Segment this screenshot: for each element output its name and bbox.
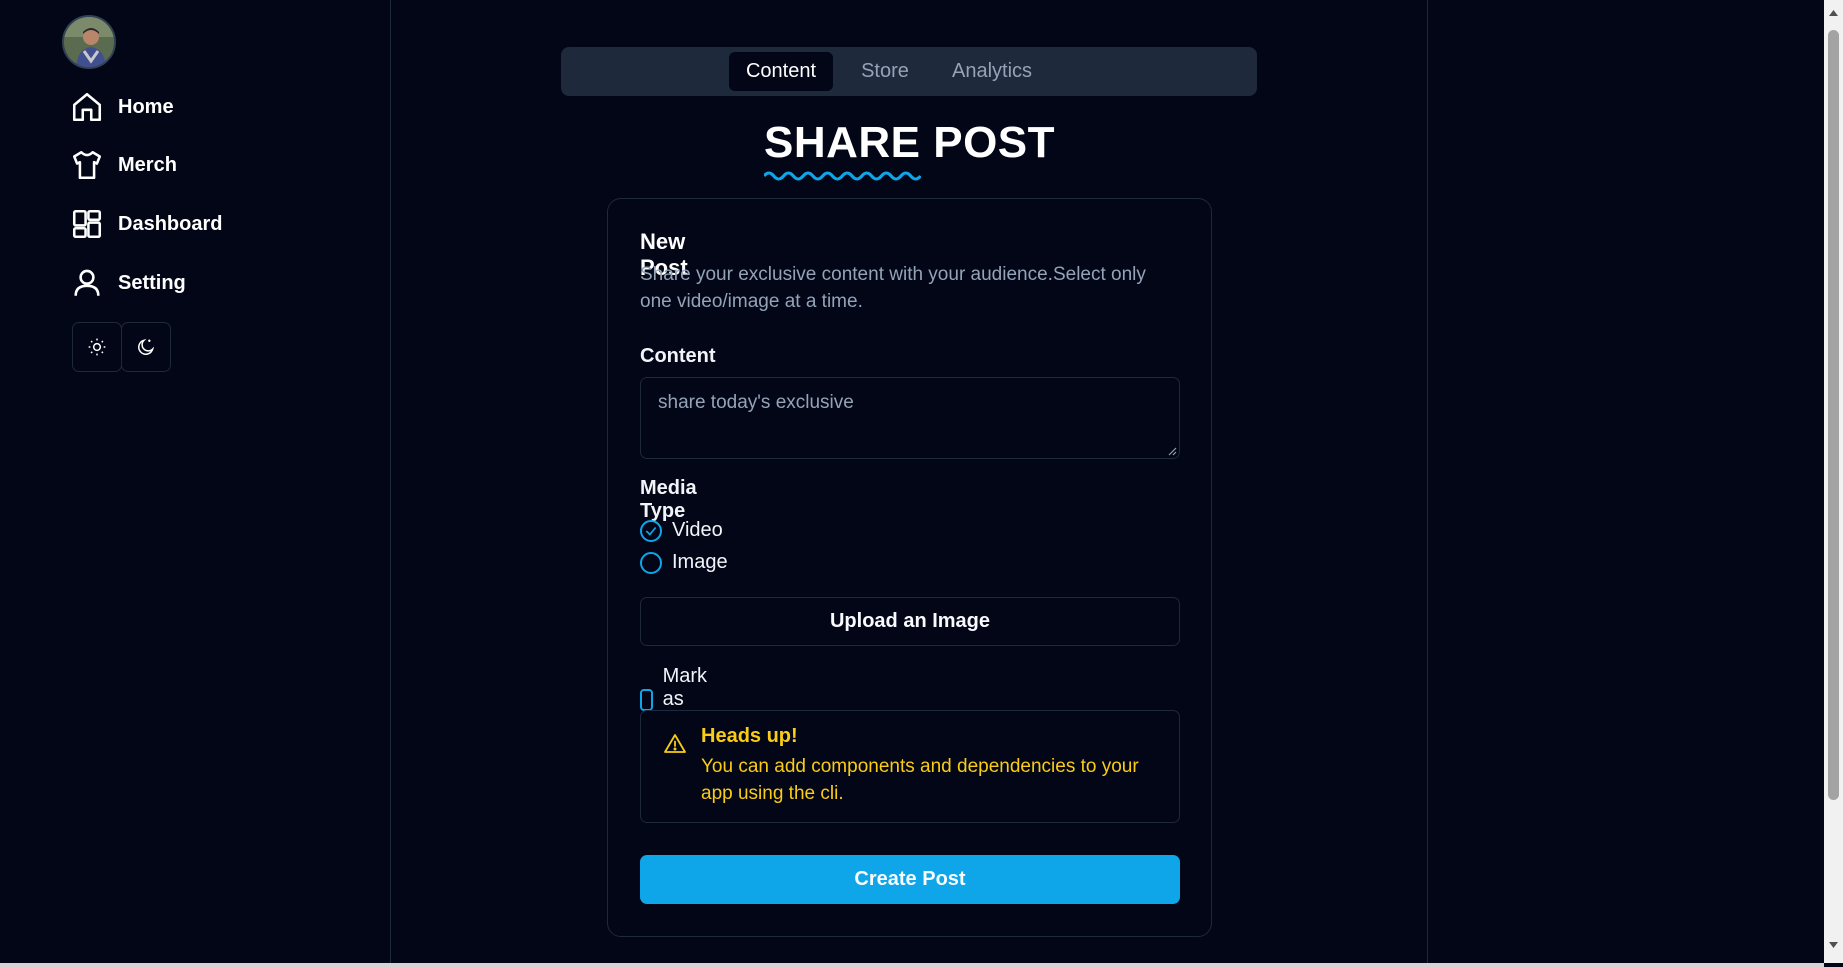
media-type-label: Media Type [640, 477, 697, 522]
alert-text: You can add components and dependencies … [701, 756, 1139, 804]
avatar-photo [64, 17, 114, 67]
moon-icon [138, 338, 155, 355]
tab-analytics[interactable]: Analytics [937, 52, 1047, 91]
main-content: Content Store Analytics SHARE POST New P… [391, 0, 1428, 963]
tab-bar: Content Store Analytics [561, 47, 1257, 96]
sidebar: Home Merch Dashboard Setting [0, 0, 391, 963]
alert-title: Heads up! [701, 725, 798, 747]
nav-home[interactable]: Home [70, 85, 174, 129]
upload-image-button[interactable]: Upload an Image [640, 597, 1180, 646]
mark-public-checkbox[interactable] [640, 688, 653, 711]
avatar[interactable] [62, 15, 116, 69]
radio-video-label: Video [672, 519, 723, 541]
title-part-1: SHARE [763, 118, 921, 167]
vertical-scrollbar[interactable] [1824, 0, 1843, 963]
nav-setting[interactable]: Setting [70, 261, 186, 305]
nav-dashboard[interactable]: Dashboard [70, 202, 222, 246]
content-placeholder: share today's exclusive [658, 392, 854, 413]
wavy-underline [763, 171, 921, 181]
sun-icon [88, 338, 106, 356]
scroll-down-arrow-icon[interactable] [1828, 940, 1839, 950]
page-title: SHARE POST [391, 118, 1428, 181]
content-label: Content [640, 345, 716, 367]
nav-home-label: Home [118, 95, 174, 118]
radio-image-control[interactable] [640, 551, 662, 574]
tab-content[interactable]: Content [729, 52, 833, 91]
card-description: Share your exclusive content with your a… [640, 264, 1146, 312]
user-icon [74, 269, 100, 296]
radio-image[interactable]: Image [640, 551, 728, 574]
right-pane [1429, 0, 1824, 963]
radio-image-label: Image [672, 551, 728, 573]
nav-merch[interactable]: Merch [70, 143, 177, 187]
scrollbar-thumb[interactable] [1828, 30, 1839, 800]
radio-video-control[interactable] [640, 519, 662, 542]
heads-up-alert: Heads up! You can add components and dep… [640, 710, 1180, 823]
warning-icon [664, 734, 686, 753]
horizontal-scrollbar-track [0, 963, 1824, 967]
tab-store[interactable]: Store [841, 52, 929, 91]
nav-setting-label: Setting [118, 271, 186, 294]
create-post-button[interactable]: Create Post [640, 855, 1180, 904]
dark-theme-button[interactable] [121, 322, 171, 372]
resize-grip-icon[interactable] [1167, 446, 1177, 456]
scroll-up-arrow-icon[interactable] [1828, 8, 1839, 18]
nav-merch-label: Merch [118, 153, 177, 176]
nav-dashboard-label: Dashboard [118, 212, 223, 235]
radio-video[interactable]: Video [640, 519, 723, 542]
dashboard-icon [72, 209, 102, 239]
shirt-icon [72, 150, 102, 180]
content-textarea[interactable]: share today's exclusive [640, 377, 1180, 459]
title-underlined-word: SHARE [763, 118, 921, 181]
light-theme-button[interactable] [72, 322, 122, 372]
check-icon [645, 526, 657, 536]
title-part-2: POST [933, 118, 1056, 167]
home-icon [72, 92, 102, 122]
